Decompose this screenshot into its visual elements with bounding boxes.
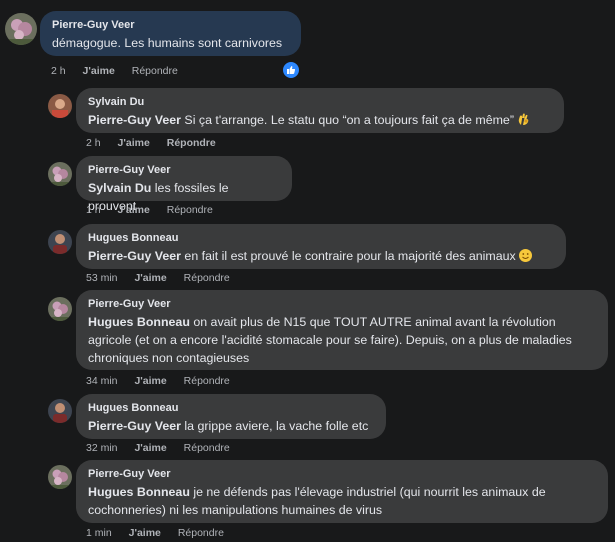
mention-link[interactable]: Hugues Bonneau [88,485,190,499]
avatar[interactable] [5,13,37,45]
comment-author[interactable]: Sylvain Du [88,95,552,109]
comment-item: Pierre-Guy Veer Hugues Bonneau on avait … [0,290,615,390]
comment-text: Pierre-Guy Veer Si ça t'arrange. Le stat… [88,113,531,127]
comment-actions: 34 min J'aime Répondre [86,375,244,387]
comment-author[interactable]: Pierre-Guy Veer [88,297,596,311]
avatar[interactable] [48,465,72,489]
comment-bubble: Hugues Bonneau Pierre-Guy Veer la grippe… [76,394,386,439]
comment-thread: Pierre-Guy Veer démagogue. Les humains s… [0,0,615,542]
comment-body: la grippe aviere, la vache folle etc [180,419,369,433]
comment-actions: 2 h J'aime Répondre [86,137,230,149]
comment-time[interactable]: 2 h [51,65,66,77]
comment-time[interactable]: 1 min [86,527,112,539]
comment-author[interactable]: Pierre-Guy Veer [52,18,289,32]
like-button[interactable]: J'aime [118,137,150,149]
comment-item: Pierre-Guy Veer Hugues Bonneau je ne déf… [0,460,615,542]
avatar[interactable] [48,399,72,423]
comment-actions: 2 h J'aime Répondre [51,65,192,77]
reply-button[interactable]: Répondre [167,137,216,149]
comment-bubble: Pierre-Guy Veer Hugues Bonneau on avait … [76,290,608,370]
mention-link[interactable]: Sylvain Du [88,181,151,195]
avatar[interactable] [48,94,72,118]
comment-body: en fait il est prouvé le contraire pour … [180,249,516,263]
like-reaction-icon[interactable] [281,60,301,80]
comment-bubble: Pierre-Guy Veer Hugues Bonneau je ne déf… [76,460,608,523]
comment-actions: 53 min J'aime Répondre [86,272,244,284]
mention-link[interactable]: Hugues Bonneau [88,315,190,329]
comment-author[interactable]: Pierre-Guy Veer [88,163,280,177]
avatar[interactable] [48,162,72,186]
avatar[interactable] [48,230,72,254]
comment-bubble: Pierre-Guy Veer démagogue. Les humains s… [40,11,301,56]
comment-actions: 32 min J'aime Répondre [86,442,244,454]
comment-item: Hugues Bonneau Pierre-Guy Veer la grippe… [0,392,615,458]
mention-link[interactable]: Pierre-Guy Veer [88,249,181,263]
comment-text: Hugues Bonneau on avait plus de N15 que … [88,315,572,365]
comment-author[interactable]: Hugues Bonneau [88,231,554,245]
smile-emoji [518,249,532,262]
avatar[interactable] [48,297,72,321]
comment-time[interactable]: 32 min [86,442,118,454]
comment-item: Hugues Bonneau Pierre-Guy Veer en fait i… [0,222,615,288]
comment-actions: 1 min J'aime Répondre [86,527,238,539]
comment-bubble: Sylvain Du Pierre-Guy Veer Si ça t'arran… [76,88,564,133]
comment-author[interactable]: Hugues Bonneau [88,401,374,415]
reply-button[interactable]: Répondre [184,272,230,284]
reply-button[interactable]: Répondre [132,65,178,77]
comment-item: Pierre-Guy Veer démagogue. Les humains s… [0,0,615,80]
comment-actions: 1 h J'aime Répondre [86,204,227,216]
comment-time[interactable]: 53 min [86,272,118,284]
comment-item: Pierre-Guy Veer Sylvain Du les fossiles … [0,154,615,220]
like-button[interactable]: J'aime [134,375,166,387]
comment-item: Sylvain Du Pierre-Guy Veer Si ça t'arran… [0,86,615,152]
comment-body: Si ça t'arrange. Le statu quo “on a touj… [180,113,514,127]
comment-bubble: Hugues Bonneau Pierre-Guy Veer en fait i… [76,224,566,269]
comment-text: Pierre-Guy Veer la grippe aviere, la vac… [88,419,368,433]
comment-time[interactable]: 2 h [86,137,101,149]
comment-time[interactable]: 34 min [86,375,118,387]
like-button[interactable]: J'aime [134,442,166,454]
comment-text: démagogue. Les humains sont carnivores [52,36,283,50]
comment-author[interactable]: Pierre-Guy Veer [88,467,596,481]
like-button[interactable]: J'aime [134,272,166,284]
reply-button[interactable]: Répondre [178,527,224,539]
comment-bubble: Pierre-Guy Veer Sylvain Du les fossiles … [76,156,292,213]
reply-button[interactable]: Répondre [184,442,230,454]
mention-link[interactable]: Pierre-Guy Veer [88,113,181,127]
comment-text: Hugues Bonneau je ne défends pas l'éleva… [88,485,546,517]
reply-button[interactable]: Répondre [184,375,230,387]
like-button[interactable]: J'aime [83,65,115,77]
comment-text: Pierre-Guy Veer en fait il est prouvé le… [88,249,532,263]
mention-link[interactable]: Pierre-Guy Veer [88,419,181,433]
like-button[interactable]: J'aime [118,204,150,216]
reply-button[interactable]: Répondre [167,204,213,216]
ok-hand-emoji [517,112,531,125]
comment-time[interactable]: 1 h [86,204,101,216]
like-button[interactable]: J'aime [129,527,161,539]
